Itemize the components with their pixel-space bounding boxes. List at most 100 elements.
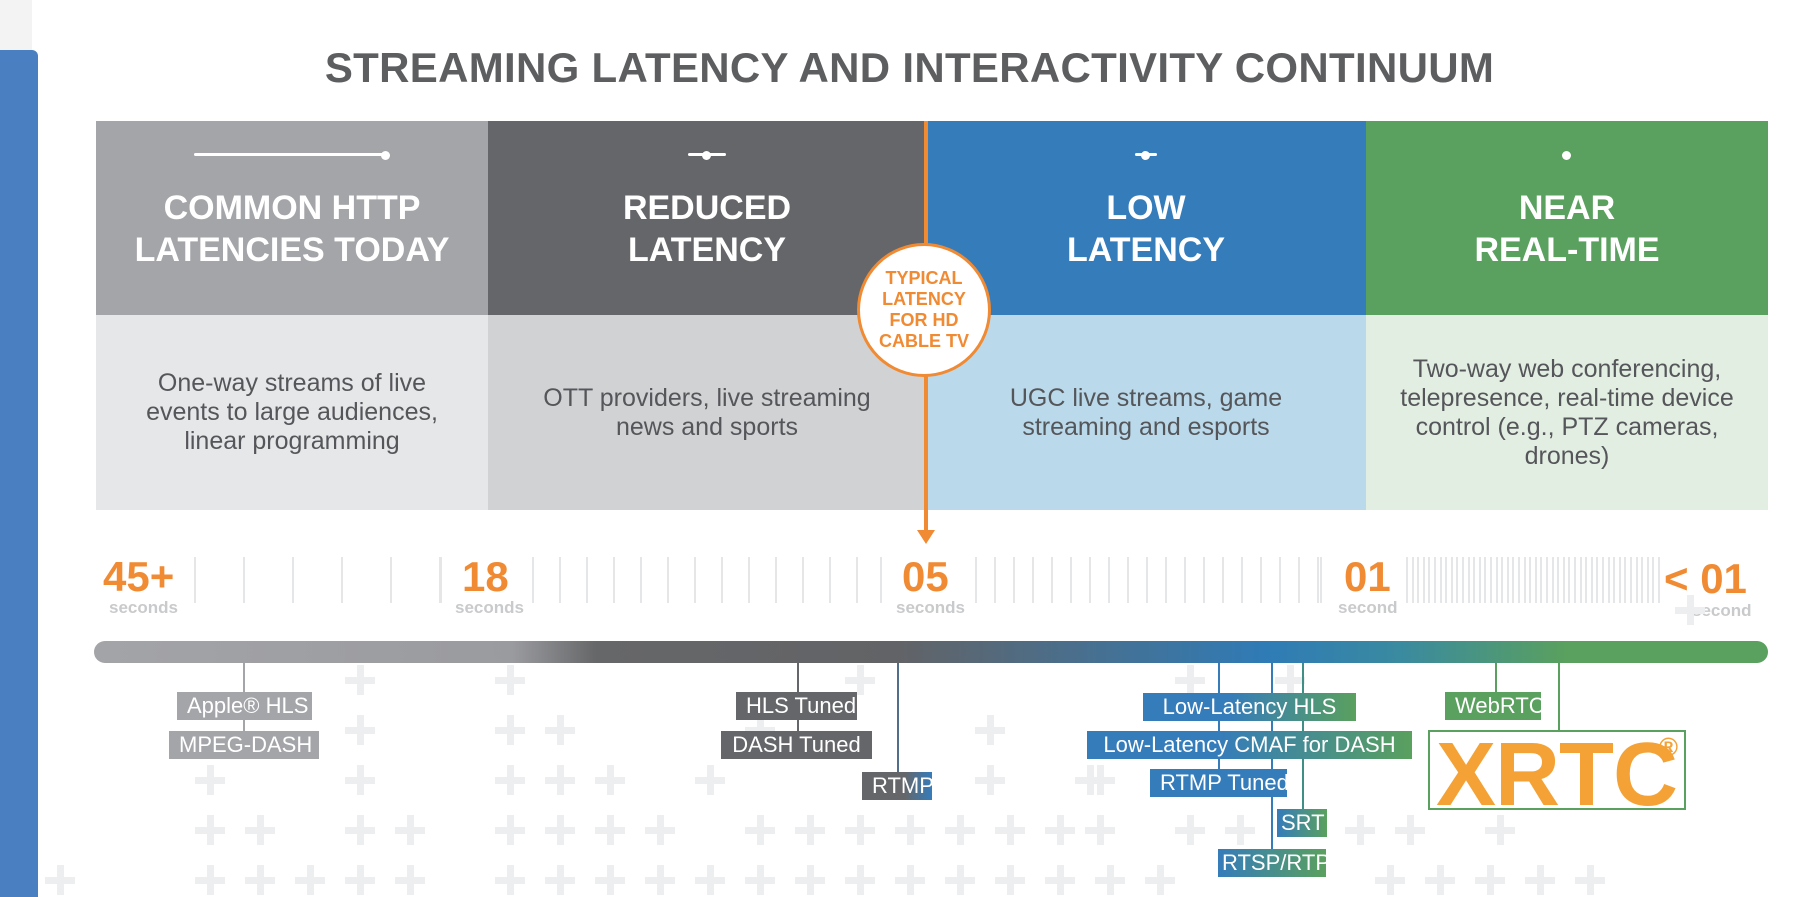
scale-value: 18 [462,553,509,600]
plus-icon [795,865,825,895]
scale-tick [1298,557,1300,603]
scale-tick [1445,557,1447,603]
scale-tick [1473,557,1475,603]
scale-tick [1484,557,1486,603]
column-title: NEAR [1518,189,1616,227]
plus-icon [345,765,375,795]
arrow-down-icon [917,530,935,544]
scale-tick [1540,557,1542,603]
scale-unit: seconds [455,598,524,617]
scale-tick [440,557,442,603]
plus-icon [545,715,575,745]
scale-tick [994,557,996,603]
plus-icon [975,715,1005,745]
scale-tick [1317,557,1319,603]
plus-icon [1275,665,1305,695]
plus-icon [495,815,525,845]
plus-icon [895,815,925,845]
column-title: REAL-TIME [1474,231,1660,269]
latency-indicator-icon [1562,151,1572,160]
scale-tick [1320,557,1322,603]
scale-tick [1222,557,1224,603]
cable-tv-callout: TYPICAL LATENCY FOR HD CABLE TV [857,243,991,377]
plus-icon [795,815,825,845]
plus-icon [945,815,975,845]
column-title: REDUCED [622,189,792,227]
plus-icon [245,865,275,895]
protocol-tag-rtsp-rtp: RTSP/RTP [1218,849,1330,877]
plus-icon [745,815,775,845]
scale-tick [1423,557,1425,603]
scale-tick [640,557,642,603]
scale-tick [1524,557,1526,603]
scale-tick [1602,557,1604,603]
scale-tick [1529,557,1531,603]
scale-tick [1462,557,1464,603]
scale-tick [1568,557,1570,603]
scale-tick [1434,557,1436,603]
scale-unit: seconds [109,598,178,617]
plus-icon [1175,665,1205,695]
column-description: OTT providers, live streaming news and s… [488,315,926,510]
scale-tick [243,557,245,603]
scale-tick [802,557,804,603]
scale-tick [1260,557,1262,603]
sidebar-panel [0,50,38,897]
scale-tick [721,557,723,603]
scale-tick [1512,557,1514,603]
callout-text: TYPICAL LATENCY FOR HD CABLE TV [879,268,969,351]
plus-icon [595,765,625,795]
scale-tick [1051,557,1053,603]
plus-icon [645,815,675,845]
column-title: LATENCY [627,231,787,269]
plus-icon [1085,765,1115,795]
latency-indicator-icon [688,151,726,160]
scale-tick [1574,557,1576,603]
scale-tick [775,557,777,603]
plus-icon [845,665,875,695]
connector-line [1495,663,1497,693]
scale-tick [1585,557,1587,603]
scale-tick [1165,557,1167,603]
window-edge [0,0,32,50]
scale-tick [1619,557,1621,603]
scale-tick [1241,557,1243,603]
column-description: UGC live streams, game streaming and esp… [926,315,1366,510]
scale-value: 05 [902,553,949,600]
plus-icon [195,815,225,845]
plus-icon [345,665,375,695]
latency-indicator-icon [1135,151,1157,160]
scale-tick [559,557,561,603]
plus-icon [995,815,1025,845]
scale-tick [532,557,534,603]
scale-tick [341,557,343,603]
scale-tick [856,557,858,603]
plus-icon [345,865,375,895]
column-header: NEAR REAL-TIME [1366,121,1768,315]
plus-icon [1375,865,1405,895]
scale-unit: second [1338,598,1398,617]
plus-icon [745,865,775,895]
protocol-tag-low-latency-hls: Low-Latency HLS [1143,693,1356,721]
scale-tick [1613,557,1615,603]
plus-icon [895,865,925,895]
protocol-tag-rtmp-tuned: RTMP Tuned [1150,769,1289,797]
scale-tick [1596,557,1598,603]
scale-tick [1456,557,1458,603]
plus-icon [595,865,625,895]
scale-tick [1518,557,1520,603]
scale-tick [1591,557,1593,603]
page-title: STREAMING LATENCY AND INTERACTIVITY CONT… [324,44,1495,91]
scale-tick [1535,557,1537,603]
scale-tick [667,557,669,603]
scale-tick [1070,557,1072,603]
scale-tick [1468,557,1470,603]
plus-icon [695,865,725,895]
plus-icon [975,765,1005,795]
column-description: Two-way web conferencing, telepresence, … [1366,315,1768,510]
scale-tick [1624,557,1626,603]
plus-icon [595,815,625,845]
plus-icon [45,865,75,895]
plus-icon [395,815,425,845]
column-near-real-time: NEAR REAL-TIME Two-way web conferencing,… [1366,121,1768,510]
